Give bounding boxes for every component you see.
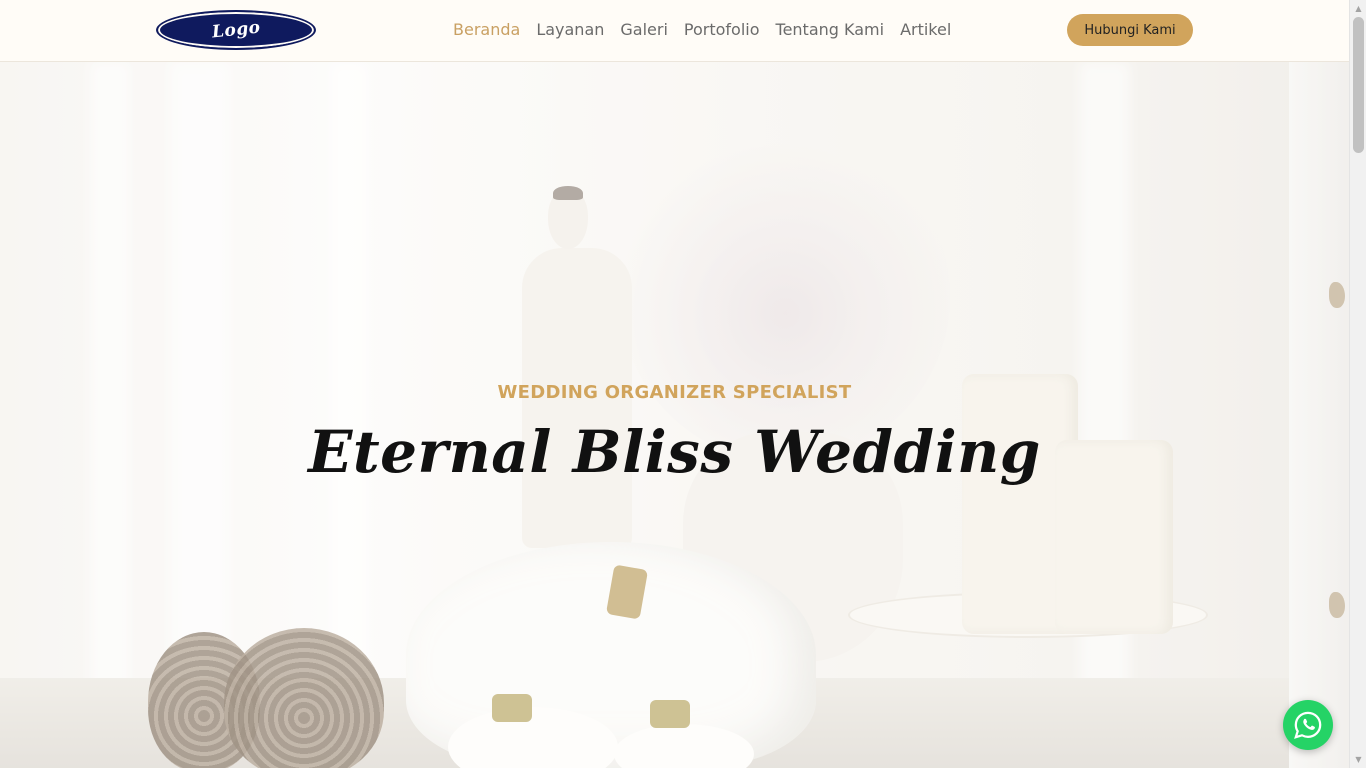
scroll-up-arrow-icon[interactable]: ▲: [1350, 0, 1366, 17]
hero-section: WEDDING ORGANIZER SPECIALIST Eternal Bli…: [0, 62, 1349, 768]
site-header: Logo Beranda Layanan Galeri Portofolio T…: [0, 0, 1349, 62]
nav-item-beranda[interactable]: Beranda: [445, 18, 528, 42]
page-scrollbar[interactable]: ▲ ▼: [1349, 0, 1366, 768]
whatsapp-icon: [1294, 711, 1322, 739]
nav-item-artikel[interactable]: Artikel: [892, 18, 959, 42]
logo-text: Logo: [210, 17, 262, 43]
nav-item-portofolio[interactable]: Portofolio: [676, 18, 768, 42]
nav-item-galeri[interactable]: Galeri: [612, 18, 676, 42]
nav-item-tentang-kami[interactable]: Tentang Kami: [768, 18, 893, 42]
hero-title: Eternal Bliss Wedding: [308, 418, 1041, 486]
scrollbar-thumb[interactable]: [1353, 17, 1364, 153]
hero-subtitle: WEDDING ORGANIZER SPECIALIST: [497, 382, 852, 403]
whatsapp-button[interactable]: [1283, 700, 1333, 750]
contact-button[interactable]: Hubungi Kami: [1067, 14, 1193, 46]
site-logo[interactable]: Logo: [156, 10, 316, 50]
nav-item-layanan[interactable]: Layanan: [528, 18, 612, 42]
hero-overlay: [0, 62, 1349, 768]
main-nav: Beranda Layanan Galeri Portofolio Tentan…: [445, 18, 959, 42]
scroll-down-arrow-icon[interactable]: ▼: [1350, 751, 1366, 768]
